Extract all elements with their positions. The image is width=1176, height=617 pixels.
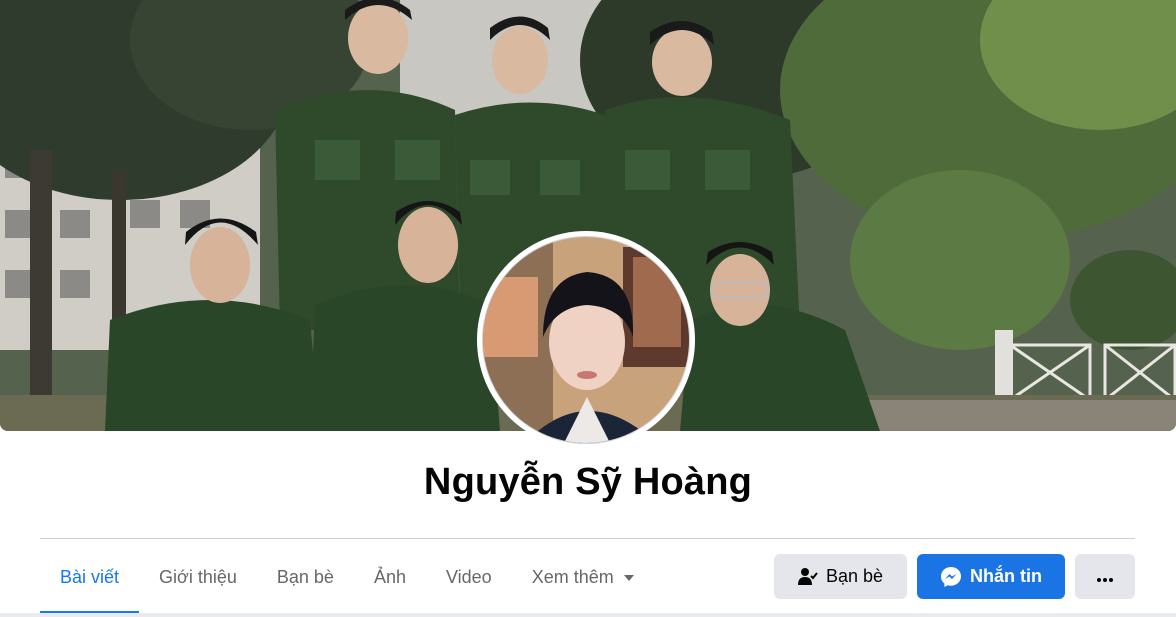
tab-photos-label: Ảnh — [373, 566, 406, 587]
profile-tabs: Bài viết Giới thiệu Bạn bè Ảnh Video Xem… — [40, 540, 654, 614]
avatar-photo — [482, 236, 690, 444]
friends-button[interactable]: Bạn bè — [774, 554, 907, 599]
tab-friends[interactable]: Bạn bè — [257, 540, 354, 614]
tab-about-label: Giới thiệu — [159, 566, 237, 587]
profile-name: Nguyễn Sỹ Hoàng — [423, 461, 753, 503]
friends-button-label: Bạn bè — [825, 566, 884, 586]
caret-down-icon — [623, 575, 634, 581]
bottom-separator — [0, 613, 1176, 617]
more-options-button[interactable] — [1075, 554, 1135, 599]
tab-video[interactable]: Video — [426, 540, 512, 614]
profile-avatar[interactable] — [477, 231, 695, 449]
message-button[interactable]: Nhắn tin — [917, 554, 1065, 599]
tab-posts-label: Bài viết — [60, 566, 120, 587]
header-divider — [40, 538, 1135, 539]
tab-posts[interactable]: Bài viết — [40, 540, 140, 614]
tab-more-label: Xem thêm — [531, 566, 614, 587]
tab-friends-label: Bạn bè — [276, 566, 334, 587]
friend-check-icon — [797, 567, 818, 587]
tab-photos[interactable]: Ảnh — [354, 540, 426, 614]
message-button-label: Nhắn tin — [970, 566, 1042, 586]
more-dots-icon — [1097, 566, 1113, 587]
messenger-icon — [940, 566, 962, 588]
tab-about[interactable]: Giới thiệu — [139, 540, 257, 614]
tab-video-label: Video — [445, 566, 492, 587]
tab-more[interactable]: Xem thêm — [512, 540, 654, 614]
